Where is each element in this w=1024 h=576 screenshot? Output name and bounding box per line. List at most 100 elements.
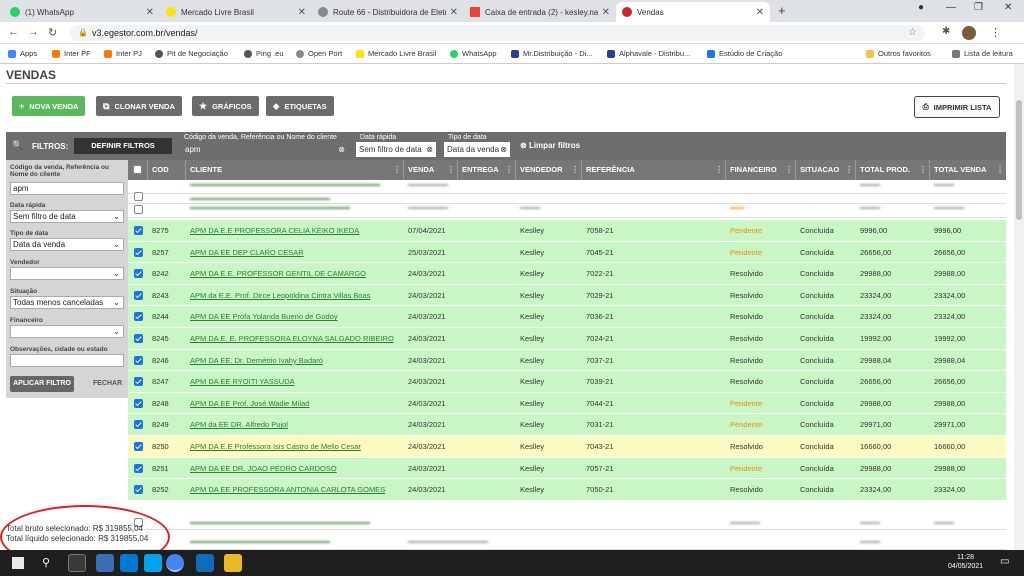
bookmark-pit[interactable]: Pit de Negociação xyxy=(155,49,228,58)
tab-gmail[interactable]: Caixa de entrada (2) - kesley.naz ✕ xyxy=(464,2,616,22)
cell-cliente[interactable]: APM da EE DR. Alfredo Pujol xyxy=(186,414,404,436)
table-row[interactable]: 8250 APM DA E.E Professora Isis Castro de… xyxy=(128,436,1006,458)
date-type-select[interactable]: Data da venda ⌄ xyxy=(10,238,124,251)
close-icon[interactable]: ✕ xyxy=(146,7,154,18)
new-tab-button[interactable]: + xyxy=(778,3,786,18)
cell-cliente[interactable]: APM da E.E. Prof. Dirce Leopoldina Cintr… xyxy=(186,285,404,307)
close-filter-link[interactable]: FECHAR xyxy=(93,380,122,387)
clear-chip-icon[interactable]: ⊗ xyxy=(500,142,507,157)
table-row[interactable]: 8248 APM DA EE Prof. José Wadie Milad 24/0… xyxy=(128,392,1006,415)
bookmark-mr-distribuicao[interactable]: Mr.Distribuição - Di... xyxy=(511,49,593,58)
row-checkbox[interactable] xyxy=(134,269,143,279)
column-financeiro[interactable]: FINANCEIRO ⋮ xyxy=(726,160,796,180)
url-field[interactable]: 🔒 v3.egestor.com.br/vendas/ ☆ xyxy=(70,25,925,41)
cell-cliente[interactable]: APM DA EE PROFESSORA ANTONIA CARLOTA GOM… xyxy=(186,479,404,501)
table-row[interactable]: 8257 APM DA EE DEP CLARO CESAR 25/03/2021 K… xyxy=(128,241,1006,264)
financial-select[interactable]: ⌄ xyxy=(10,325,124,338)
bookmark-inter-pf[interactable]: Inter PF xyxy=(52,49,91,58)
bookmark-inter-pj[interactable]: Inter PJ xyxy=(104,49,142,58)
row-checkbox[interactable] xyxy=(134,485,143,495)
restore-icon[interactable]: ❐ xyxy=(974,2,983,13)
bookmark-ping[interactable]: Ping .eu xyxy=(244,49,284,58)
row-checkbox[interactable] xyxy=(134,205,143,214)
column-venda[interactable]: VENDA ⋮ xyxy=(404,160,458,180)
column-total-venda[interactable]: TOTAL VENDA ⋮ xyxy=(930,160,1006,180)
row-checkbox[interactable] xyxy=(134,420,143,430)
tab-route66[interactable]: Route 66 - Distribuidora de Eletr ✕ xyxy=(312,2,464,22)
minimize-icon[interactable]: — xyxy=(946,2,956,13)
cell-cliente[interactable]: APM DA E.E PROFESSORA CELIA KEIKO IKEDA xyxy=(186,220,404,242)
clear-chip-icon[interactable]: ⊗ xyxy=(426,142,433,157)
task-view-icon[interactable] xyxy=(68,554,86,572)
cell-cliente[interactable]: APM DA EE RYOITI YASSUDA xyxy=(186,371,404,393)
tab-whatsapp[interactable]: (1) WhatsApp ✕ xyxy=(4,2,160,22)
forward-icon[interactable]: → xyxy=(28,26,39,38)
close-icon[interactable]: ✕ xyxy=(602,7,610,18)
close-icon[interactable]: ✕ xyxy=(756,7,764,18)
notification-icon[interactable]: ▭ xyxy=(1000,556,1009,567)
bookmark-apps[interactable]: Apps xyxy=(8,49,37,58)
apply-filter-button[interactable]: APLICAR FILTRO xyxy=(10,376,74,392)
seller-select[interactable]: ⌄ xyxy=(10,267,124,280)
row-checkbox[interactable] xyxy=(134,247,143,257)
clear-chip-icon[interactable]: ⊗ xyxy=(338,142,345,157)
cell-cliente[interactable]: APM DA EE Prof. José Wadie Milad xyxy=(186,393,404,415)
table-row[interactable]: 8246 APM DA EE. Dr. Demétrio Ivahy Badaró… xyxy=(128,349,1006,372)
search-input[interactable]: apm xyxy=(10,182,124,195)
table-row[interactable]: 8252 APM DA EE PROFESSORA ANTONIA CARLOTA… xyxy=(128,479,1006,501)
column-menu-icon[interactable]: ⋮ xyxy=(393,160,401,180)
page-scrollbar[interactable] xyxy=(1014,64,1024,550)
reading-list[interactable]: Lista de leitura xyxy=(952,49,1013,58)
define-filters-button[interactable]: DEFINIR FILTROS xyxy=(74,138,172,154)
column-cod[interactable]: COD xyxy=(148,160,186,180)
column-menu-icon[interactable]: ⋮ xyxy=(919,160,927,180)
quick-date-select[interactable]: Sem filtro de data ⌄ xyxy=(10,210,124,223)
charts-button[interactable]: ★ GRÁFICOS xyxy=(192,96,259,116)
store-icon[interactable] xyxy=(96,554,114,572)
column-total-prod[interactable]: TOTAL PROD. ⋮ xyxy=(856,160,930,180)
bookmark-estudio[interactable]: Estúdio de Criação xyxy=(707,49,782,58)
cell-cliente[interactable]: APM DA EE DEP CLARO CESAR xyxy=(186,242,404,264)
cell-cliente[interactable]: APM DA EE. Dr. Demétrio Ivahy Badaró xyxy=(186,350,404,372)
column-entrega[interactable]: ENTREGA ⋮ xyxy=(458,160,516,180)
quick-date-chip[interactable]: Sem filtro de data ⊗ xyxy=(356,142,436,157)
column-vendedor[interactable]: VENDEDOR ⋮ xyxy=(516,160,582,180)
clone-sale-button[interactable]: ⧉ CLONAR VENDA xyxy=(96,96,182,116)
column-menu-icon[interactable]: ⋮ xyxy=(996,160,1004,180)
column-menu-icon[interactable]: ⋮ xyxy=(715,160,723,180)
column-menu-icon[interactable]: ⋮ xyxy=(571,160,579,180)
outlook-icon[interactable] xyxy=(196,554,214,572)
bookmark-alphavale[interactable]: Alphavale - Distribu... xyxy=(607,49,690,58)
table-row[interactable]: 8249 APM da EE DR. Alfredo Pujol 24/03/202… xyxy=(128,414,1006,436)
extensions-icon[interactable]: ✱ xyxy=(942,26,950,37)
close-icon[interactable]: ✕ xyxy=(450,7,458,18)
bookmark-open-port[interactable]: Open Port xyxy=(296,49,342,58)
row-checkbox[interactable] xyxy=(134,290,143,300)
select-all-checkbox[interactable] xyxy=(133,165,142,174)
reload-icon[interactable]: ↻ xyxy=(48,26,57,39)
status-select[interactable]: Todas menos canceladas ⌄ xyxy=(10,296,124,309)
chrome-icon[interactable] xyxy=(166,554,184,572)
table-row[interactable]: 8244 APM DA EE Profa Yolanda Bueno de God… xyxy=(128,306,1006,328)
column-menu-icon[interactable]: ⋮ xyxy=(505,160,513,180)
edge-icon[interactable] xyxy=(120,554,138,572)
cell-cliente[interactable]: APM DA E.E. PROFESSOR GENTIL DE CAMARGO xyxy=(186,263,404,285)
bookmark-mercado-livre[interactable]: Mercado Livre Brasil xyxy=(356,49,436,58)
row-checkbox[interactable] xyxy=(134,226,143,235)
select-all-column[interactable] xyxy=(128,160,148,180)
row-checkbox[interactable] xyxy=(134,463,143,473)
bookmark-other[interactable]: Outros favoritos xyxy=(866,49,931,58)
column-referencia[interactable]: REFERÊNCIA ⋮ xyxy=(582,160,726,180)
clock[interactable]: 11:28 04/05/2021 xyxy=(948,553,983,571)
column-situacao[interactable]: SITUACAO ⋮ xyxy=(796,160,856,180)
bookmark-whatsapp[interactable]: WhatsApp xyxy=(450,49,497,58)
menu-icon[interactable]: ⋮ xyxy=(990,26,1001,39)
row-checkbox[interactable] xyxy=(134,192,143,201)
row-checkbox[interactable] xyxy=(134,312,143,322)
labels-button[interactable]: ⬥ ETIQUETAS xyxy=(266,96,334,116)
table-row[interactable]: 8247 APM DA EE RYOITI YASSUDA 24/03/2021 Ke… xyxy=(128,371,1006,393)
new-sale-button[interactable]: + NOVA VENDA xyxy=(12,96,86,116)
table-row[interactable]: 8251 APM DA EE DR. JOAO PEDRO CARDOSO 24/0… xyxy=(128,457,1006,480)
cell-cliente[interactable]: APM DA EE Profa Yolanda Bueno de Godoy xyxy=(186,306,404,328)
column-menu-icon[interactable]: ⋮ xyxy=(447,160,455,180)
